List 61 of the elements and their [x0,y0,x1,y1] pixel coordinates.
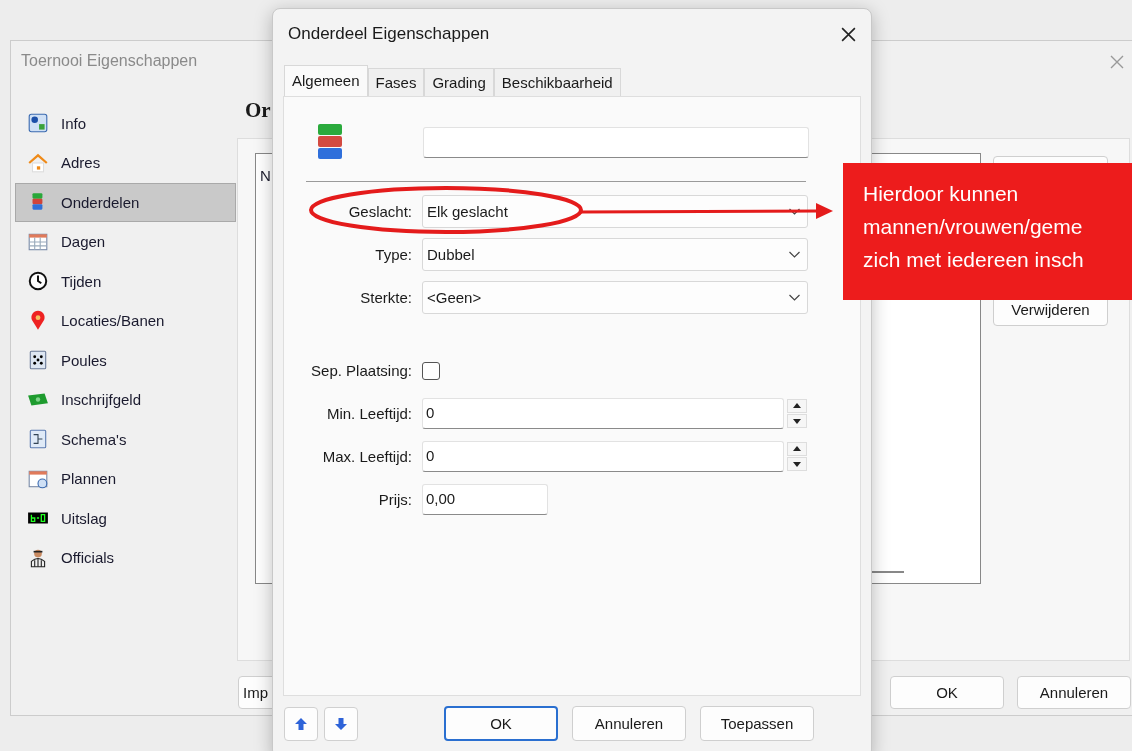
dropdown[interactable]: <Geen> [422,281,808,314]
sidebar-item[interactable]: Adres [15,143,236,182]
field-label: Min. Leeftijd: [325,405,412,422]
sidebar-item[interactable]: Poules [15,341,236,380]
chevron-down-icon [788,207,801,216]
checkbox[interactable] [422,361,440,380]
chevron-down-icon [788,250,801,259]
spin-down-icon[interactable] [787,414,807,428]
sidebar-item[interactable]: Info [15,104,236,143]
document-icon [27,428,49,451]
field-label: Type: [374,246,412,263]
spin-up-icon[interactable] [787,399,807,413]
stacked-blocks-icon [317,123,343,161]
annotation-text: zich met iedereen insch [863,247,1084,273]
window-title: Toernooi Eigenschappen [21,52,198,69]
sidebar-item[interactable]: Dagen [15,222,236,261]
name-field[interactable] [423,126,809,158]
tab[interactable]: Grading [424,68,494,96]
tab[interactable]: Fases [367,68,425,96]
house-icon [27,151,49,174]
price-field[interactable]: 0,00 [422,484,548,515]
dialog-button[interactable]: Annuleren [572,706,686,741]
field-label: Prijs: [377,491,412,508]
info-card-icon [27,112,49,135]
move-up-button[interactable] [284,706,318,741]
number-field[interactable]: 0 [422,441,784,472]
clock-icon [27,270,49,293]
sidebar-item[interactable]: Onderdelen [15,183,236,222]
arrow-down-icon [334,716,348,731]
spin-up-icon[interactable] [787,442,807,456]
dropdown[interactable]: Elk geslacht [422,195,808,228]
tab[interactable]: Beschikbaarheid [493,68,621,96]
footer-button[interactable]: OK [890,676,1004,709]
dialog-button[interactable]: OK [444,706,558,741]
arrow-up-icon [294,716,308,731]
dialog-button[interactable]: Toepassen [700,706,814,741]
sidebar-item[interactable]: Inschrijfgeld [15,380,236,419]
sidebar-item[interactable]: Locaties/Banen [15,301,236,340]
chevron-down-icon [788,293,801,302]
column-header: N [260,167,271,184]
sidebar-item[interactable]: Plannen [15,459,236,498]
section-heading: Or [244,97,271,124]
dialog-title: Onderdeel Eigenschappen [288,24,490,44]
annotation-text: mannen/vrouwen/geme [863,214,1083,240]
spin-down-icon[interactable] [787,457,807,471]
sidebar-item[interactable]: Uitslag [15,499,236,538]
dropdown[interactable]: Dubbel [422,238,808,271]
annotation-text: Hierdoor kunnen [863,181,1019,207]
field-label: Sep. Plaatsing: [310,362,412,379]
move-down-button[interactable] [324,706,358,741]
field-label: Max. Leeftijd: [321,448,412,465]
sidebar-item[interactable]: Tijden [15,262,236,301]
sidebar-item[interactable]: Officials [15,538,236,577]
footer-button[interactable]: Annuleren [1017,676,1131,709]
field-label: Geslacht: [347,203,412,220]
dice-icon [27,349,49,372]
number-field[interactable]: 0 [422,398,784,429]
tab[interactable]: Algemeen [284,65,368,97]
close-icon[interactable] [840,25,857,43]
field-label: Sterkte: [359,289,412,306]
sidebar-item[interactable]: Schema's [15,420,236,459]
